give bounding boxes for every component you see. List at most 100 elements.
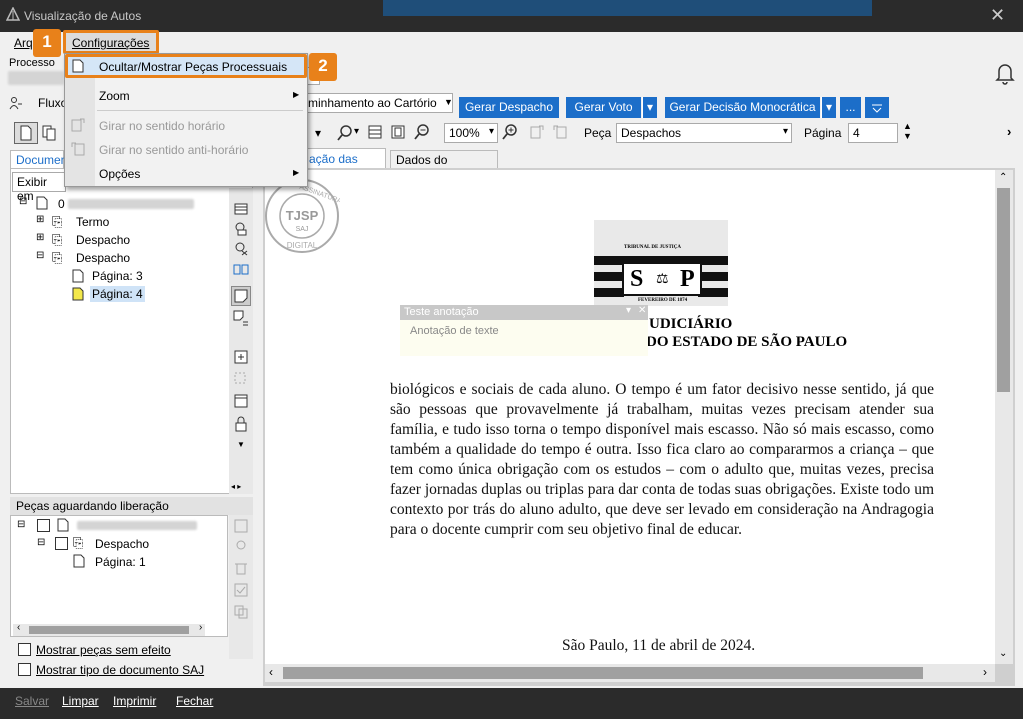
tab-documentos-label: Documen <box>16 153 68 167</box>
note-tool-button[interactable] <box>231 286 251 306</box>
collapse-toolbar-button[interactable] <box>865 97 889 118</box>
search-dropdown-icon[interactable]: ▾ <box>354 126 359 137</box>
pending-hscroll-thumb[interactable] <box>29 626 189 634</box>
search-icon[interactable] <box>336 124 354 142</box>
scroll-arrows-icon[interactable]: ◂ ▸ <box>231 482 241 491</box>
annotation-note[interactable]: Teste anotação ▾ ✕ Anotação de texte <box>400 305 648 356</box>
logo-letter-p: P <box>680 266 695 292</box>
document-vscroll[interactable]: ⌃ ⌄ <box>995 170 1013 664</box>
pagina-stepper-icon[interactable]: ▲ ▼ <box>903 121 912 141</box>
fluxo-select[interactable]: minhamento ao Cartório <box>306 93 453 113</box>
menu-item-opcoes[interactable]: Opções <box>99 167 140 181</box>
checkbox-label: Mostrar tipo de documento SAJ <box>36 663 205 677</box>
document-hscroll-thumb[interactable] <box>283 667 923 679</box>
collapse-toggle-icon[interactable]: ⊟ <box>37 537 45 548</box>
gerar-decisao-dropdown[interactable]: ▾ <box>821 97 836 118</box>
checkbox-tipo-documento[interactable]: Mostrar tipo de documento SAJ <box>16 662 226 678</box>
imprimir-button[interactable]: Imprimir <box>113 694 156 708</box>
overflow-chevron-icon[interactable]: › <box>1007 124 1011 139</box>
seal-icon[interactable] <box>234 222 248 236</box>
menu-item-ocultar-mostrar[interactable]: Ocultar/Mostrar Peças Processuais <box>99 60 287 74</box>
document-icon <box>72 59 84 73</box>
checkbox-box[interactable] <box>18 663 31 676</box>
bell-icon[interactable] <box>995 61 1015 85</box>
fit-width-icon[interactable] <box>368 125 382 139</box>
pagina-input[interactable]: 4 <box>848 123 898 143</box>
tree-node-pagina-3[interactable]: Página: 3 <box>72 268 222 286</box>
page-annotated-icon <box>72 287 84 301</box>
tree-node-despacho-1[interactable]: ⊞ ⎘ Despacho <box>36 232 236 250</box>
tree-node-pagina-4[interactable]: Página: 4 <box>72 286 222 304</box>
document-paragraph: biológicos e sociais de cada aluno. O te… <box>390 381 934 538</box>
collapse-toggle-icon[interactable]: ⊟ <box>36 250 44 261</box>
tree-node-termo[interactable]: ⊞ ⎘ Termo <box>36 214 236 232</box>
checkbox-sem-efeito[interactable]: Mostrar peças sem efeito <box>16 642 226 658</box>
zoom-in-icon[interactable] <box>502 124 518 140</box>
collapse-toggle-icon[interactable]: ⊟ <box>17 519 25 530</box>
scroll-left-icon[interactable]: ‹ <box>17 622 20 633</box>
zoom-out-icon[interactable] <box>414 124 430 140</box>
list-icon[interactable] <box>234 202 248 216</box>
certificate-icon: ⎘ <box>52 250 63 265</box>
checkbox-label: Mostrar peças sem efeito <box>36 643 171 657</box>
fit-page-icon[interactable] <box>391 125 405 139</box>
compare-icon[interactable] <box>233 262 249 276</box>
copy-icon[interactable] <box>42 125 56 141</box>
close-icon[interactable]: ✕ <box>990 5 1005 26</box>
filter-select[interactable]: Exibir em <box>12 172 66 203</box>
checkbox-box[interactable] <box>18 643 31 656</box>
gerar-despacho-button[interactable]: Gerar Despacho <box>459 97 559 118</box>
tab-documentos[interactable]: Documen <box>10 150 68 168</box>
salvar-button[interactable]: Salvar <box>15 694 49 708</box>
scroll-left-icon[interactable]: ‹ <box>269 665 273 679</box>
processo-number-redacted <box>8 71 64 85</box>
menu-item-zoom[interactable]: Zoom <box>99 89 130 103</box>
zoom-select[interactable]: 100% ▾ <box>444 123 498 143</box>
annotation-menu-icon[interactable]: ▾ <box>626 305 631 316</box>
scroll-right-icon[interactable]: › <box>983 665 987 679</box>
gerar-voto-button[interactable]: Gerar Voto <box>566 97 641 118</box>
expand-toggle-icon[interactable]: ⊞ <box>36 232 44 243</box>
scroll-down-icon[interactable]: ▼ <box>237 440 245 449</box>
remove-seal-icon[interactable] <box>234 242 248 256</box>
document-vscroll-thumb[interactable] <box>997 188 1010 392</box>
annotation-close-icon[interactable]: ✕ <box>638 305 646 316</box>
collapse-toggle-icon[interactable]: ⊟ <box>19 196 27 207</box>
tree-node-root[interactable]: ⊟ 0 <box>16 196 236 214</box>
document-icon <box>57 518 69 532</box>
toggle-pieces-button[interactable] <box>14 122 38 144</box>
tree-node-despacho-2[interactable]: ⊟ ⎘ Despacho <box>36 250 236 268</box>
logo-shield: S P ⚖ <box>622 262 702 296</box>
pending-root-checkbox[interactable] <box>37 519 50 532</box>
scroll-down-icon[interactable]: ⌄ <box>999 648 1007 659</box>
scroll-up-icon[interactable]: ⌃ <box>999 172 1007 183</box>
pending-despacho-checkbox[interactable] <box>55 537 68 550</box>
annotation-header[interactable]: Teste anotação ▾ ✕ <box>400 305 648 320</box>
window-icon[interactable] <box>234 394 248 408</box>
stamp-sub-text: SAJ <box>296 226 309 233</box>
expand-toggle-icon[interactable]: ⊞ <box>36 214 44 225</box>
tab-dados-processo[interactable]: Dados do processo <box>390 150 498 181</box>
menu-item-girar-anti-horario: Girar no sentido anti-horário <box>99 143 249 157</box>
scroll-right-icon[interactable]: › <box>199 622 202 633</box>
lock-icon[interactable] <box>234 416 248 432</box>
limpar-button[interactable]: Limpar <box>62 694 99 708</box>
gerar-decisao-button[interactable]: Gerar Decisão Monocrática <box>665 97 820 118</box>
menu-configuracoes[interactable]: Configurações <box>72 36 149 50</box>
gerar-voto-dropdown[interactable]: ▾ <box>642 97 657 118</box>
pending-hscroll[interactable]: ‹ › <box>13 622 205 636</box>
certificate-icon: ⎘ <box>52 214 63 229</box>
document-hscroll[interactable]: ‹ › <box>265 664 995 682</box>
more-actions-button[interactable]: ... <box>840 97 861 118</box>
note-list-icon[interactable] <box>233 310 249 326</box>
menu-arquivo[interactable]: Arq <box>14 36 33 50</box>
footer-bar: Salvar Limpar Imprimir Fechar <box>0 688 1023 719</box>
annotation-body[interactable]: Anotação de texte <box>410 325 499 337</box>
chevron-down-icon[interactable]: ▼ <box>444 97 453 107</box>
tab-visualizacao[interactable]: ação das peças <box>306 148 386 180</box>
chevron-down-small-icon[interactable]: ▾ <box>315 126 321 140</box>
add-page-icon[interactable] <box>234 350 248 364</box>
fechar-button[interactable]: Fechar <box>176 694 213 708</box>
peca-select[interactable]: Despachos ▾ <box>616 123 792 143</box>
logo-stripe <box>594 288 624 297</box>
